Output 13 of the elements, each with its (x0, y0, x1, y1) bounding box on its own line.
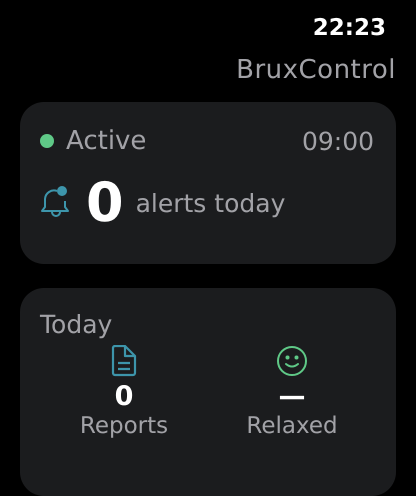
alert-count: 0 (86, 176, 124, 230)
app-title: BruxControl (236, 55, 396, 85)
stat-label: Reports (80, 413, 168, 441)
stat-label: Relaxed (246, 413, 338, 441)
alert-label: alerts today (136, 188, 286, 218)
stat-value: 0 (114, 381, 134, 414)
smiley-icon (276, 345, 308, 377)
status-label: Active (66, 126, 146, 156)
clock-time: 22:23 (312, 15, 386, 41)
status-time: 09:00 (302, 126, 374, 156)
stat-value: — (278, 381, 306, 414)
document-icon (111, 345, 137, 377)
card-title: Today (40, 310, 114, 339)
